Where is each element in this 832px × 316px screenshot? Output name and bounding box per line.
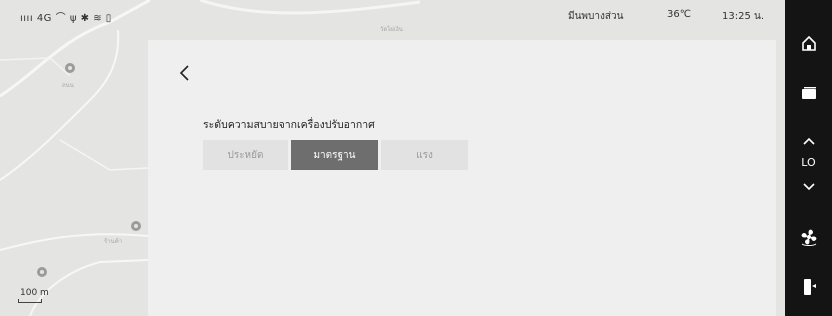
seat-heat-icon	[803, 279, 816, 295]
home-button[interactable]	[785, 28, 832, 58]
map-scale-label: 100 m	[20, 288, 49, 298]
network-type: 4G	[36, 13, 52, 24]
back-button[interactable]	[176, 62, 194, 84]
seat-heat-button[interactable]	[785, 272, 832, 302]
window-switch-icon	[801, 87, 816, 99]
chevron-down-icon	[802, 183, 815, 191]
window-switch-button[interactable]	[785, 78, 832, 108]
ac-comfort-level-label: ระดับความสบายจากเครื่องปรับอากาศ	[203, 119, 375, 131]
map-place-label: ร้านค้า	[104, 238, 123, 245]
map-place-label: ถนน	[62, 82, 74, 89]
signal-bars-icon: ıııı	[20, 13, 34, 24]
usb-icon: ψ	[69, 13, 77, 24]
map-poi-icon[interactable]	[130, 220, 142, 232]
option-standard[interactable]: มาตรฐาน	[291, 140, 378, 170]
temp-down-button[interactable]	[785, 176, 832, 198]
fan-button[interactable]	[785, 222, 832, 252]
map-poi-icon[interactable]	[36, 266, 48, 278]
location-text: มีนพบางส่วน	[568, 11, 624, 22]
climate-settings-panel	[148, 40, 776, 316]
clock: 13:25 น.	[722, 11, 765, 22]
status-icons: ıııı 4G ⌒ ψ ✱ ≋ ▯	[20, 9, 112, 24]
chevron-up-icon	[802, 137, 815, 145]
chevron-left-icon	[179, 65, 189, 81]
temperature-setting: LO	[801, 156, 816, 169]
home-icon	[801, 35, 816, 51]
fan-icon	[801, 229, 816, 246]
wifi-icon: ⌒	[55, 13, 67, 24]
option-strong[interactable]: แรง	[381, 140, 468, 170]
right-control-sidebar: LO	[785, 0, 832, 316]
status-bar: ıııı 4G ⌒ ψ ✱ ≋ ▯ มีนพบางส่วน 36℃ 13:25 …	[0, 0, 785, 30]
temp-up-button[interactable]	[785, 130, 832, 152]
map-poi-icon[interactable]	[64, 62, 76, 74]
wifi-strength-icon: ≋	[93, 13, 103, 24]
option-eco[interactable]: ประหยัด	[203, 140, 288, 170]
bluetooth-icon: ✱	[80, 13, 90, 24]
map-scale-bar	[18, 299, 42, 303]
outside-temperature: 36℃	[667, 9, 691, 20]
battery-icon: ▯	[105, 13, 112, 24]
